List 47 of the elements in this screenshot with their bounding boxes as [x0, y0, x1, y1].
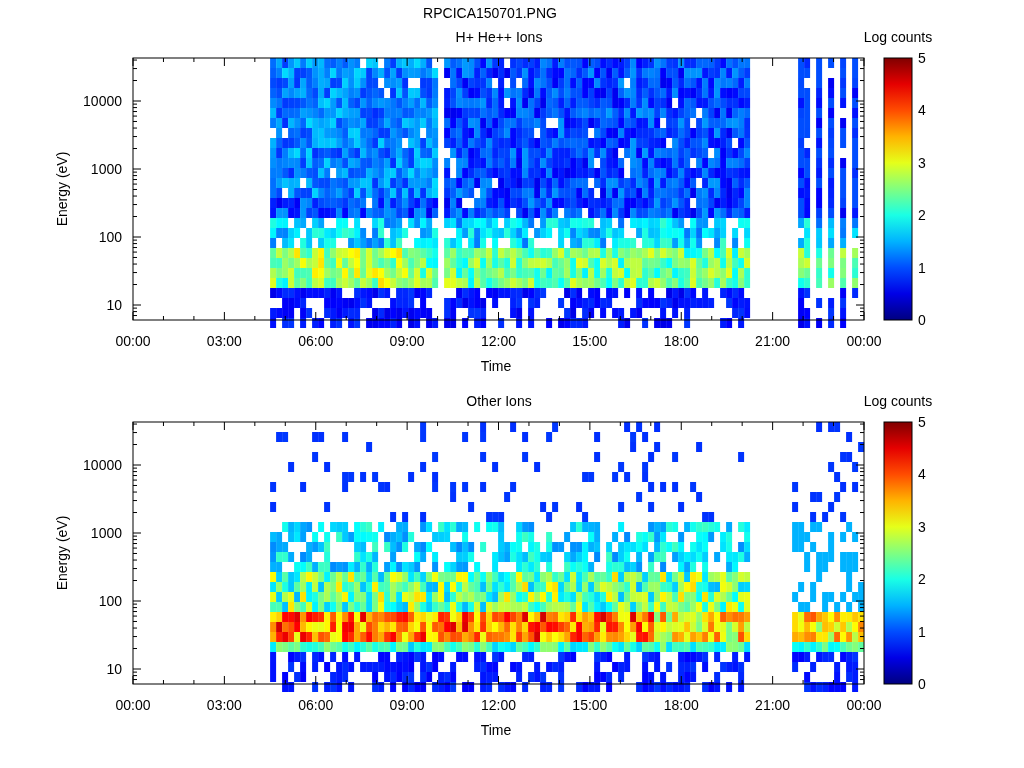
y-tick-label: 10 [106, 661, 122, 677]
x-tick-label: 03:00 [206, 333, 242, 349]
y-axis-label: Energy (eV) [54, 515, 70, 591]
colorbar-tick-label: 4 [918, 466, 926, 483]
y-tick-label: 10000 [83, 457, 122, 473]
colorbar-tick-label: 5 [918, 50, 926, 66]
x-axis-label: Time [480, 722, 512, 738]
colorbar-label: Log counts [863, 393, 933, 409]
x-tick-label: 00:00 [846, 697, 882, 713]
x-tick-label: 15:00 [572, 697, 608, 713]
x-tick-label: 00:00 [115, 697, 151, 713]
x-tick-label: 06:00 [298, 697, 334, 713]
x-tick-label: 03:00 [206, 697, 242, 713]
colorbar-tick-label: 5 [918, 414, 926, 430]
x-tick-label: 00:00 [846, 333, 882, 349]
y-tick-label: 1000 [90, 161, 122, 177]
x-tick-label: 09:00 [389, 697, 425, 713]
panel-title: Other Ions [466, 393, 532, 409]
x-tick-label: 00:00 [115, 333, 151, 349]
y-axis-label: Energy (eV) [54, 151, 70, 227]
colorbar-tick-label: 4 [918, 102, 926, 119]
colorbar-tick-label: 3 [918, 518, 926, 535]
colorbar-tick-label: 0 [918, 312, 926, 328]
y-tick-label: 100 [98, 229, 122, 245]
x-tick-label: 18:00 [663, 697, 699, 713]
x-tick-label: 21:00 [755, 333, 791, 349]
panel-title: H+ He++ Ions [455, 29, 543, 45]
x-tick-label: 18:00 [663, 333, 699, 349]
x-tick-label: 12:00 [481, 697, 516, 713]
x-axis-label: Time [480, 358, 512, 374]
colorbar-tick-label: 1 [918, 259, 926, 276]
colorbar-tick-label: 1 [918, 623, 926, 640]
colorbar-tick-label: 3 [918, 154, 926, 171]
x-tick-label: 12:00 [481, 333, 516, 349]
colorbar-label: Log counts [863, 29, 933, 45]
x-tick-label: 09:00 [389, 333, 425, 349]
y-tick-label: 1000 [90, 525, 122, 541]
y-tick-label: 10 [106, 297, 122, 313]
colorbar-tick-label: 0 [918, 676, 926, 692]
x-tick-label: 06:00 [298, 333, 334, 349]
y-tick-label: 10000 [83, 93, 122, 109]
x-tick-label: 21:00 [755, 697, 791, 713]
colorbar-tick-label: 2 [918, 207, 926, 224]
figure-title: RPCICA150701.PNG [423, 5, 557, 21]
x-tick-label: 15:00 [572, 333, 608, 349]
colorbar-tick-label: 2 [918, 571, 926, 588]
y-tick-label: 100 [98, 593, 122, 609]
